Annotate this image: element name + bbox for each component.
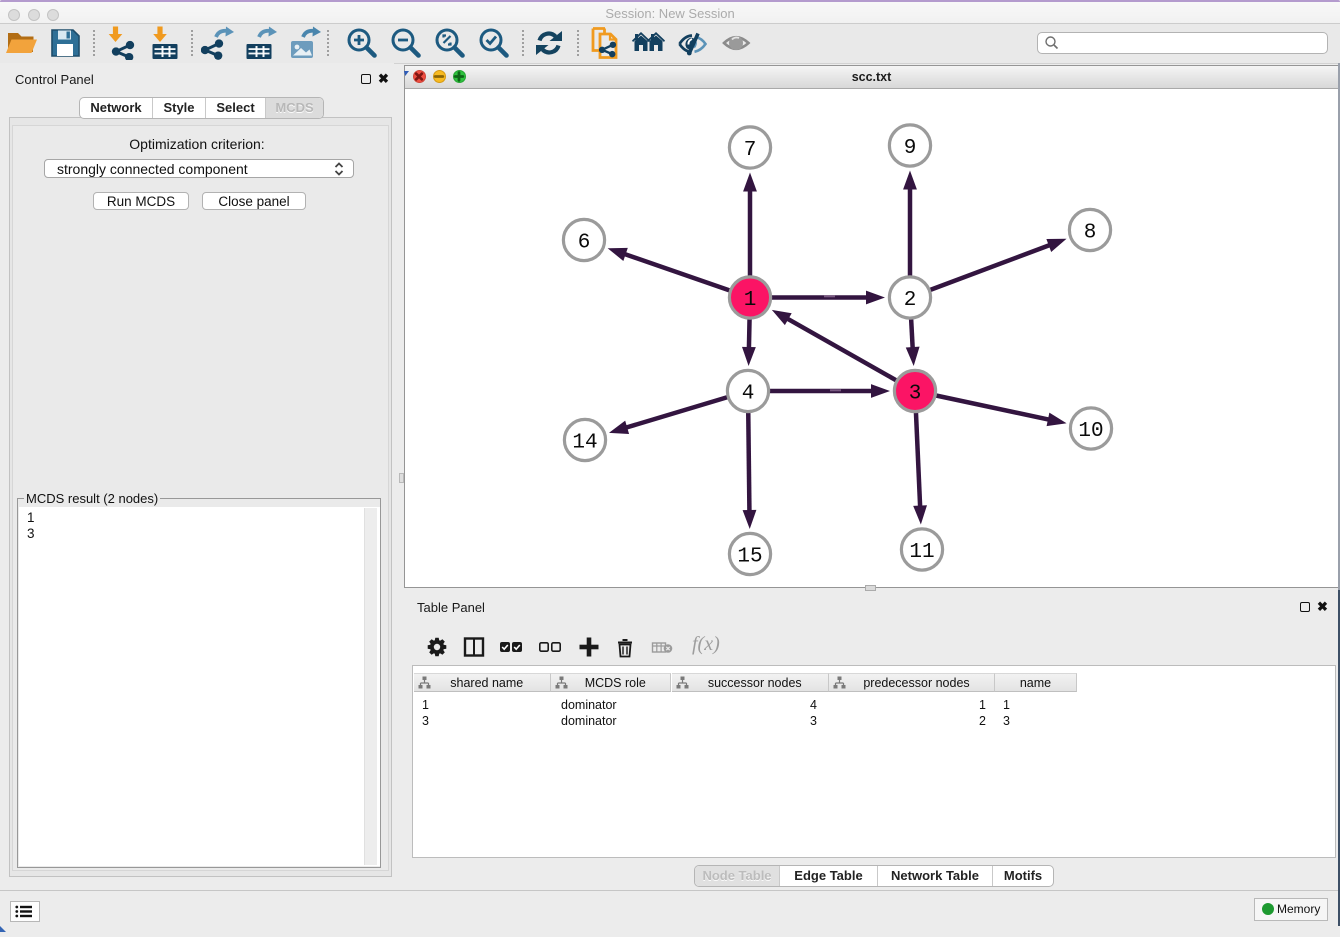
svg-text:11: 11 xyxy=(909,541,934,564)
svg-text:10: 10 xyxy=(1078,420,1103,443)
svg-text:8: 8 xyxy=(1084,222,1097,245)
svg-text:14: 14 xyxy=(572,432,597,455)
svg-text:3: 3 xyxy=(909,383,922,406)
svg-text:15: 15 xyxy=(737,546,762,569)
svg-text:6: 6 xyxy=(578,232,591,255)
svg-text:2: 2 xyxy=(904,289,917,312)
svg-text:4: 4 xyxy=(742,383,755,406)
svg-text:1: 1 xyxy=(744,289,757,312)
svg-text:7: 7 xyxy=(744,139,757,162)
svg-text:9: 9 xyxy=(904,137,917,160)
